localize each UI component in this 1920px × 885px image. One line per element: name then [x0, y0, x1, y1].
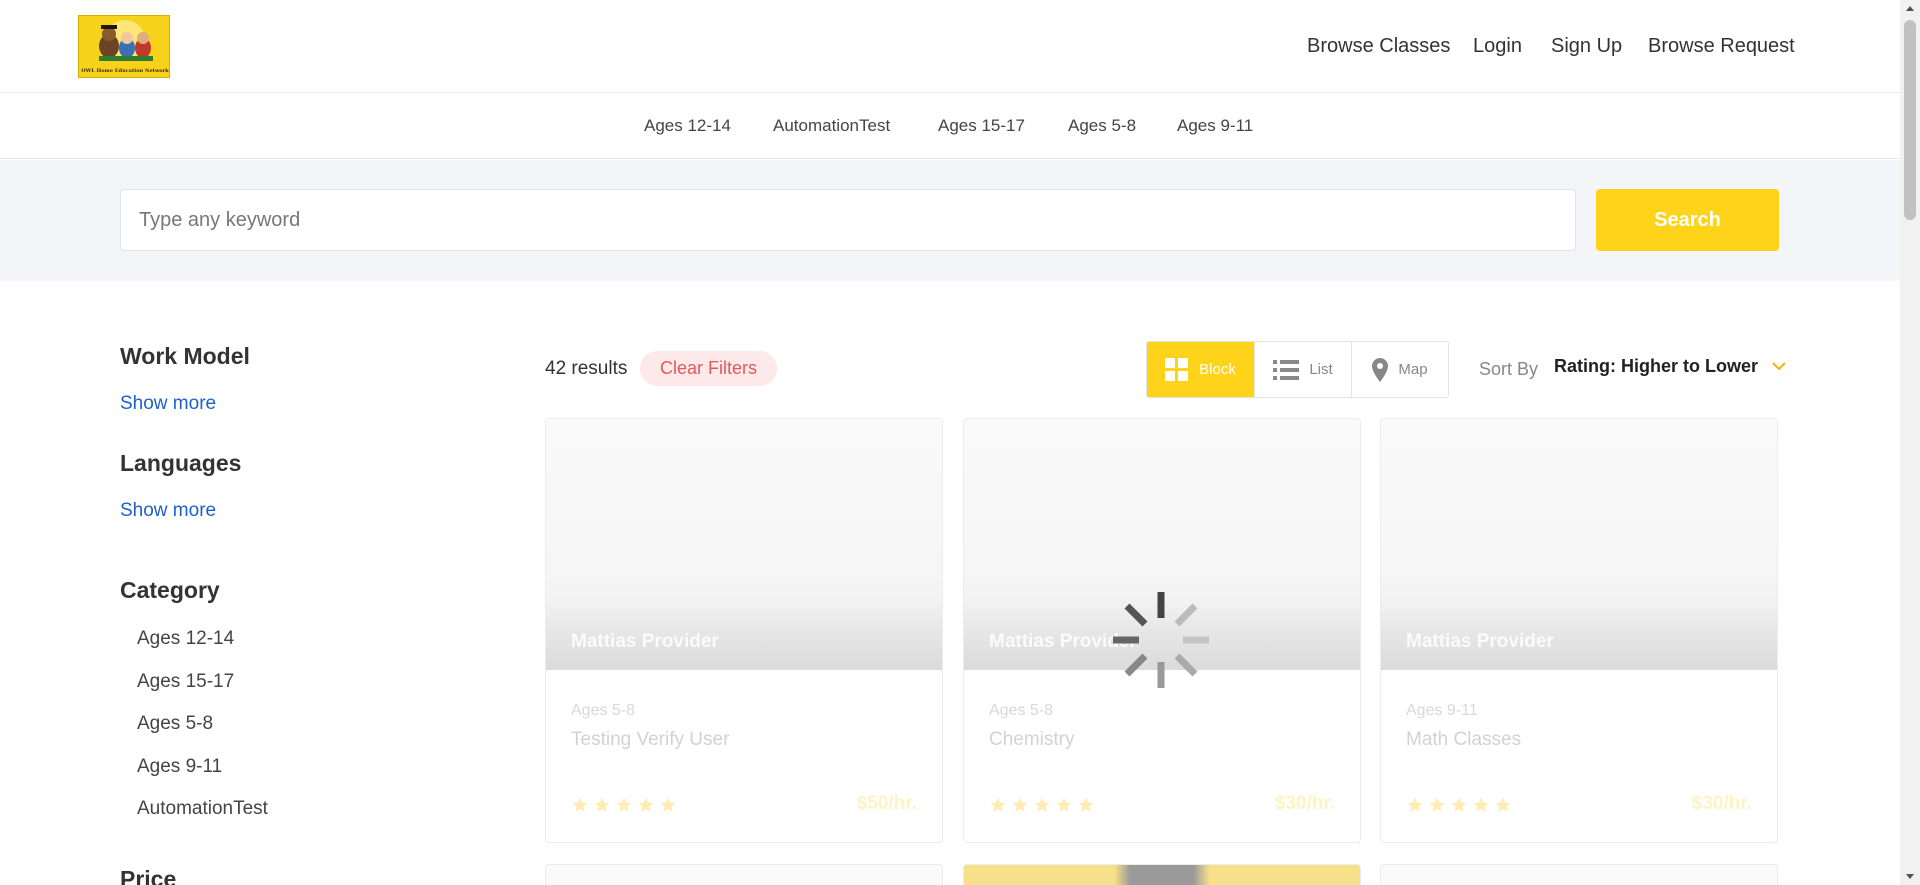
class-card[interactable]: Mattias Provider Ages 9-11 Math Classes … — [1380, 418, 1778, 843]
nav-browse-request[interactable]: Browse Request — [1648, 35, 1795, 58]
class-card-price: $30/hr. — [1691, 793, 1752, 814]
view-map-label: Map — [1398, 361, 1428, 378]
star-icon — [1012, 797, 1028, 812]
star-icon — [616, 797, 632, 812]
class-card-price: $50/hr. — [856, 793, 917, 814]
sidebar-category-ages-5-8[interactable]: Ages 5-8 — [137, 713, 213, 735]
sidebar-category-ages-15-17[interactable]: Ages 15-17 — [137, 671, 234, 693]
view-list-label: List — [1309, 361, 1333, 378]
view-list-button[interactable]: List — [1255, 342, 1352, 397]
star-icon — [660, 797, 676, 812]
chevron-down-icon — [1772, 362, 1786, 371]
scroll-down-arrow-icon[interactable] — [1900, 868, 1920, 885]
search-input[interactable] — [120, 189, 1576, 251]
sort-by-label: Sort By — [1479, 359, 1539, 379]
star-icon — [1056, 797, 1072, 812]
site-logo[interactable]: OWL Home Education Network — [78, 15, 170, 78]
list-icon — [1273, 359, 1300, 380]
view-block-button[interactable]: Block — [1147, 342, 1255, 397]
nav-browse-classes[interactable]: Browse Classes — [1307, 35, 1450, 58]
sort-value: Rating: Higher to Lower — [1554, 356, 1758, 376]
scrollbar-thumb[interactable] — [1904, 20, 1916, 220]
category-link-ages-5-8[interactable]: Ages 5-8 — [1068, 116, 1136, 136]
class-card-age: Ages 5-8 — [989, 702, 1054, 719]
class-card-partial[interactable] — [545, 864, 943, 885]
sidebar-category-ages-12-14[interactable]: Ages 12-14 — [137, 628, 234, 650]
star-icon — [1429, 797, 1445, 812]
sidebar-category-automationtest[interactable]: AutomationTest — [137, 798, 268, 820]
star-icon — [1473, 797, 1489, 812]
results-count: 42 results — [545, 358, 628, 379]
star-rating — [1406, 796, 1512, 814]
loading-spinner-icon — [1113, 592, 1209, 688]
star-icon — [1451, 797, 1467, 812]
class-card-provider: Mattias Provider — [1406, 631, 1554, 652]
star-icon — [594, 797, 610, 812]
map-pin-icon — [1372, 357, 1389, 382]
languages-title: Languages — [120, 450, 242, 476]
category-bar: Ages 12-14 AutomationTest Ages 15-17 Age… — [0, 94, 1900, 159]
category-title: Category — [120, 577, 220, 603]
star-rating — [989, 796, 1095, 814]
work-model-show-more[interactable]: Show more — [120, 393, 216, 415]
class-card-partial[interactable] — [963, 864, 1361, 885]
class-card-age: Ages 9-11 — [1406, 702, 1478, 719]
view-mode-toggle: Block List Map — [1146, 341, 1449, 398]
sort-select[interactable]: Rating: Higher to Lower — [1554, 356, 1786, 377]
category-link-ages-9-11[interactable]: Ages 9-11 — [1177, 116, 1253, 136]
class-card-title: Testing Verify User — [571, 729, 730, 750]
grid-icon — [1165, 357, 1189, 381]
nav-sign-up[interactable]: Sign Up — [1551, 35, 1622, 58]
star-icon — [1078, 797, 1094, 812]
class-card-title: Chemistry — [989, 729, 1075, 750]
languages-show-more[interactable]: Show more — [120, 500, 216, 522]
star-rating — [571, 796, 677, 814]
star-icon — [572, 797, 588, 812]
work-model-title: Work Model — [120, 343, 250, 369]
star-icon — [638, 797, 654, 812]
logo-text: OWL Home Education Network — [81, 68, 169, 74]
sidebar-category-ages-9-11[interactable]: Ages 9-11 — [137, 756, 222, 778]
class-card-title: Math Classes — [1406, 729, 1522, 750]
view-map-button[interactable]: Map — [1352, 342, 1448, 397]
scroll-up-arrow-icon[interactable] — [1900, 0, 1920, 17]
class-card-age: Ages 5-8 — [571, 702, 636, 719]
site-header: OWL Home Education Network Browse Classe… — [0, 0, 1900, 93]
class-card-partial[interactable] — [1380, 864, 1778, 885]
class-card-price: $30/hr. — [1274, 793, 1335, 814]
category-link-ages-12-14[interactable]: Ages 12-14 — [644, 116, 731, 136]
class-card-provider: Mattias Provider — [571, 631, 719, 652]
page-scrollbar[interactable] — [1900, 0, 1920, 885]
category-link-ages-15-17[interactable]: Ages 15-17 — [938, 116, 1025, 136]
nav-login[interactable]: Login — [1473, 35, 1522, 58]
star-icon — [1407, 797, 1423, 812]
class-card[interactable]: Mattias Provider Ages 5-8 Testing Verify… — [545, 418, 943, 843]
search-button[interactable]: Search — [1596, 189, 1779, 251]
star-icon — [990, 797, 1006, 812]
search-band: Search — [0, 160, 1900, 281]
category-link-automationtest[interactable]: AutomationTest — [773, 116, 890, 136]
price-title: Price — [120, 866, 177, 885]
star-icon — [1495, 797, 1511, 812]
view-block-label: Block — [1199, 361, 1236, 378]
clear-filters-button[interactable]: Clear Filters — [640, 351, 778, 386]
star-icon — [1034, 797, 1050, 812]
